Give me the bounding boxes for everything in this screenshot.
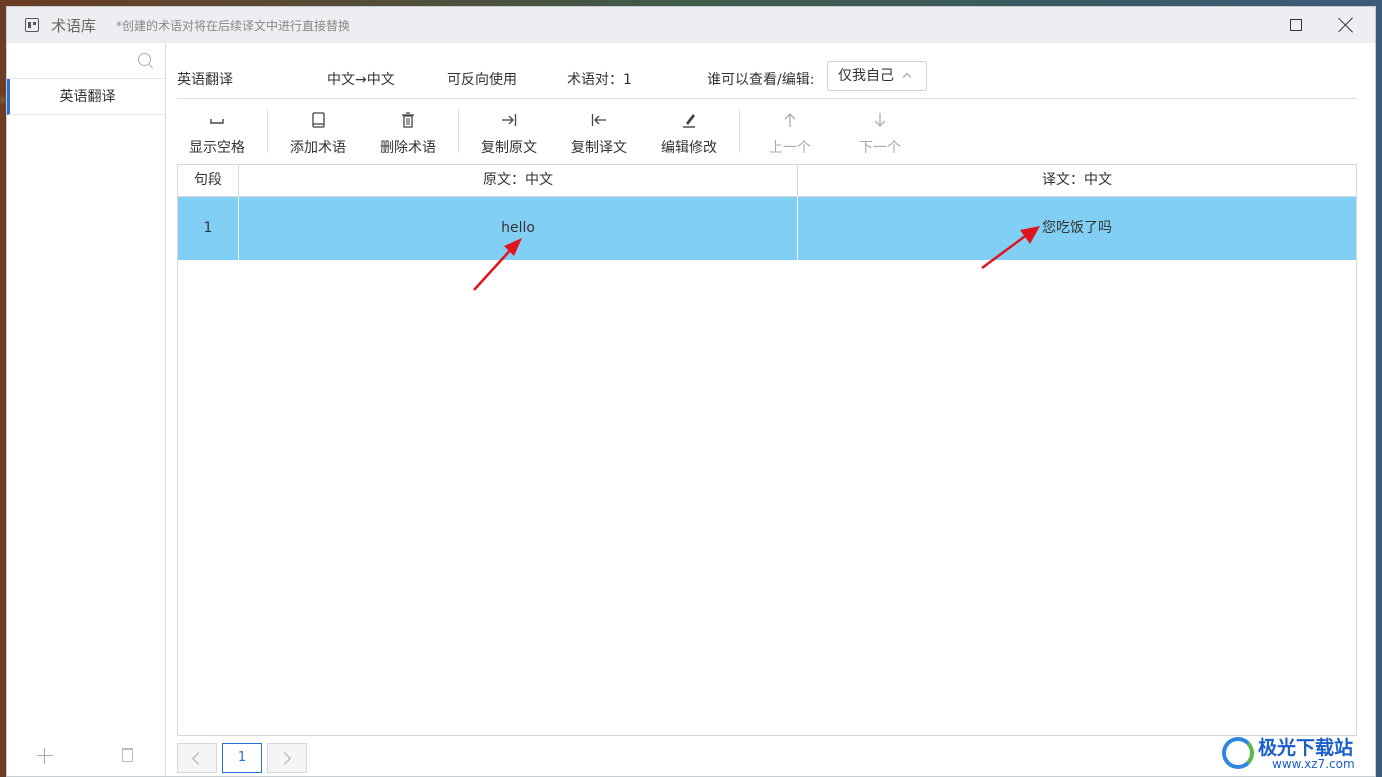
maximize-icon bbox=[1290, 19, 1302, 31]
delete-library-icon[interactable] bbox=[122, 748, 133, 762]
copy-target-label: 复制译文 bbox=[571, 140, 627, 156]
table-row[interactable]: 1 hello 您吃饭了吗 bbox=[178, 197, 1356, 260]
pen-icon bbox=[683, 114, 695, 128]
show-space-button[interactable]: 显示空格 bbox=[177, 103, 257, 161]
add-term-label: 添加术语 bbox=[290, 140, 346, 156]
watermark: 极光下载站 www.xz7.com bbox=[1222, 733, 1372, 773]
arrow-up-icon bbox=[784, 113, 796, 127]
window-title: 术语库 bbox=[51, 16, 97, 35]
term-table: 句段 原文：中文 译文：中文 1 hello 您吃饭了吗 bbox=[177, 164, 1357, 736]
show-space-label: 显示空格 bbox=[189, 140, 245, 156]
trash-icon bbox=[402, 112, 414, 128]
toolbar: 显示空格 添加术语 删除术语 复制原文 复制译文 编辑修改 上一个 下一个 bbox=[177, 103, 1357, 161]
delete-term-button[interactable]: 删除术语 bbox=[368, 103, 448, 161]
close-button[interactable] bbox=[1323, 7, 1369, 43]
main-panel: 英语翻译 中文→中文 可反向使用 术语对：1 谁可以查看/编辑: 仅我自己 显示… bbox=[167, 43, 1375, 776]
watermark-logo-icon bbox=[1222, 737, 1254, 769]
library-name: 英语翻译 bbox=[177, 72, 233, 88]
arrow-down-icon bbox=[874, 113, 886, 127]
reversible-label: 可反向使用 bbox=[447, 72, 517, 88]
search-icon[interactable] bbox=[138, 53, 151, 66]
watermark-url: www.xz7.com bbox=[1272, 757, 1355, 771]
permission-select[interactable]: 仅我自己 bbox=[827, 61, 927, 91]
maximize-button[interactable] bbox=[1273, 7, 1319, 43]
window-subtitle: *创建的术语对将在后续译文中进行直接替换 bbox=[116, 18, 351, 33]
header-source: 原文：中文 bbox=[239, 165, 798, 196]
language-direction: 中文→中文 bbox=[327, 72, 395, 88]
cell-source[interactable]: hello bbox=[239, 197, 798, 260]
toolbar-divider bbox=[739, 109, 740, 153]
space-icon bbox=[210, 119, 224, 124]
next-label: 下一个 bbox=[859, 140, 901, 156]
permission-label: 谁可以查看/编辑: bbox=[707, 72, 815, 88]
toolbar-divider bbox=[458, 109, 459, 153]
book-icon bbox=[312, 112, 325, 128]
cell-segment: 1 bbox=[178, 197, 239, 260]
prev-label: 上一个 bbox=[769, 140, 811, 156]
copy-source-button[interactable]: 复制原文 bbox=[469, 103, 549, 161]
title-bar: 术语库 *创建的术语对将在后续译文中进行直接替换 bbox=[7, 7, 1375, 43]
term-pair-count: 术语对：1 bbox=[567, 72, 632, 88]
sidebar-footer bbox=[7, 736, 165, 776]
arrow-left-bar-icon bbox=[591, 114, 606, 126]
toolbar-divider bbox=[267, 109, 268, 153]
watermark-text: 极光下载站 bbox=[1258, 737, 1354, 759]
page-number[interactable]: 1 bbox=[222, 743, 262, 773]
table-header: 句段 原文：中文 译文：中文 bbox=[178, 165, 1356, 197]
add-term-button[interactable]: 添加术语 bbox=[278, 103, 358, 161]
add-library-icon[interactable] bbox=[37, 748, 53, 764]
header-segment: 句段 bbox=[178, 165, 239, 196]
term-library-window: 术语库 *创建的术语对将在后续译文中进行直接替换 英语翻译 英语翻译 中文→中文… bbox=[6, 6, 1376, 777]
library-info-bar: 英语翻译 中文→中文 可反向使用 术语对：1 谁可以查看/编辑: 仅我自己 bbox=[177, 53, 1357, 99]
copy-target-button[interactable]: 复制译文 bbox=[559, 103, 639, 161]
header-target: 译文：中文 bbox=[1042, 172, 1112, 188]
chevron-left-icon bbox=[192, 752, 205, 765]
app-icon bbox=[25, 18, 39, 32]
edit-label: 编辑修改 bbox=[661, 140, 717, 156]
prev-button[interactable]: 上一个 bbox=[750, 103, 830, 161]
sidebar-search bbox=[7, 43, 165, 79]
close-icon bbox=[1338, 17, 1354, 33]
edit-button[interactable]: 编辑修改 bbox=[649, 103, 729, 161]
sidebar: 英语翻译 bbox=[7, 43, 166, 776]
arrow-right-bar-icon bbox=[502, 114, 517, 126]
next-button[interactable]: 下一个 bbox=[840, 103, 920, 161]
permission-value: 仅我自己 bbox=[838, 68, 894, 84]
search-input[interactable] bbox=[7, 43, 132, 78]
copy-source-label: 复制原文 bbox=[481, 140, 537, 156]
delete-term-label: 删除术语 bbox=[380, 140, 436, 156]
prev-page-button[interactable] bbox=[177, 743, 217, 773]
sidebar-item-english-translation[interactable]: 英语翻译 bbox=[7, 79, 165, 115]
chevron-right-icon bbox=[278, 752, 291, 765]
next-page-button[interactable] bbox=[267, 743, 307, 773]
chevron-up-icon bbox=[902, 72, 912, 82]
cell-target[interactable]: 您吃饭了吗 bbox=[798, 197, 1356, 260]
